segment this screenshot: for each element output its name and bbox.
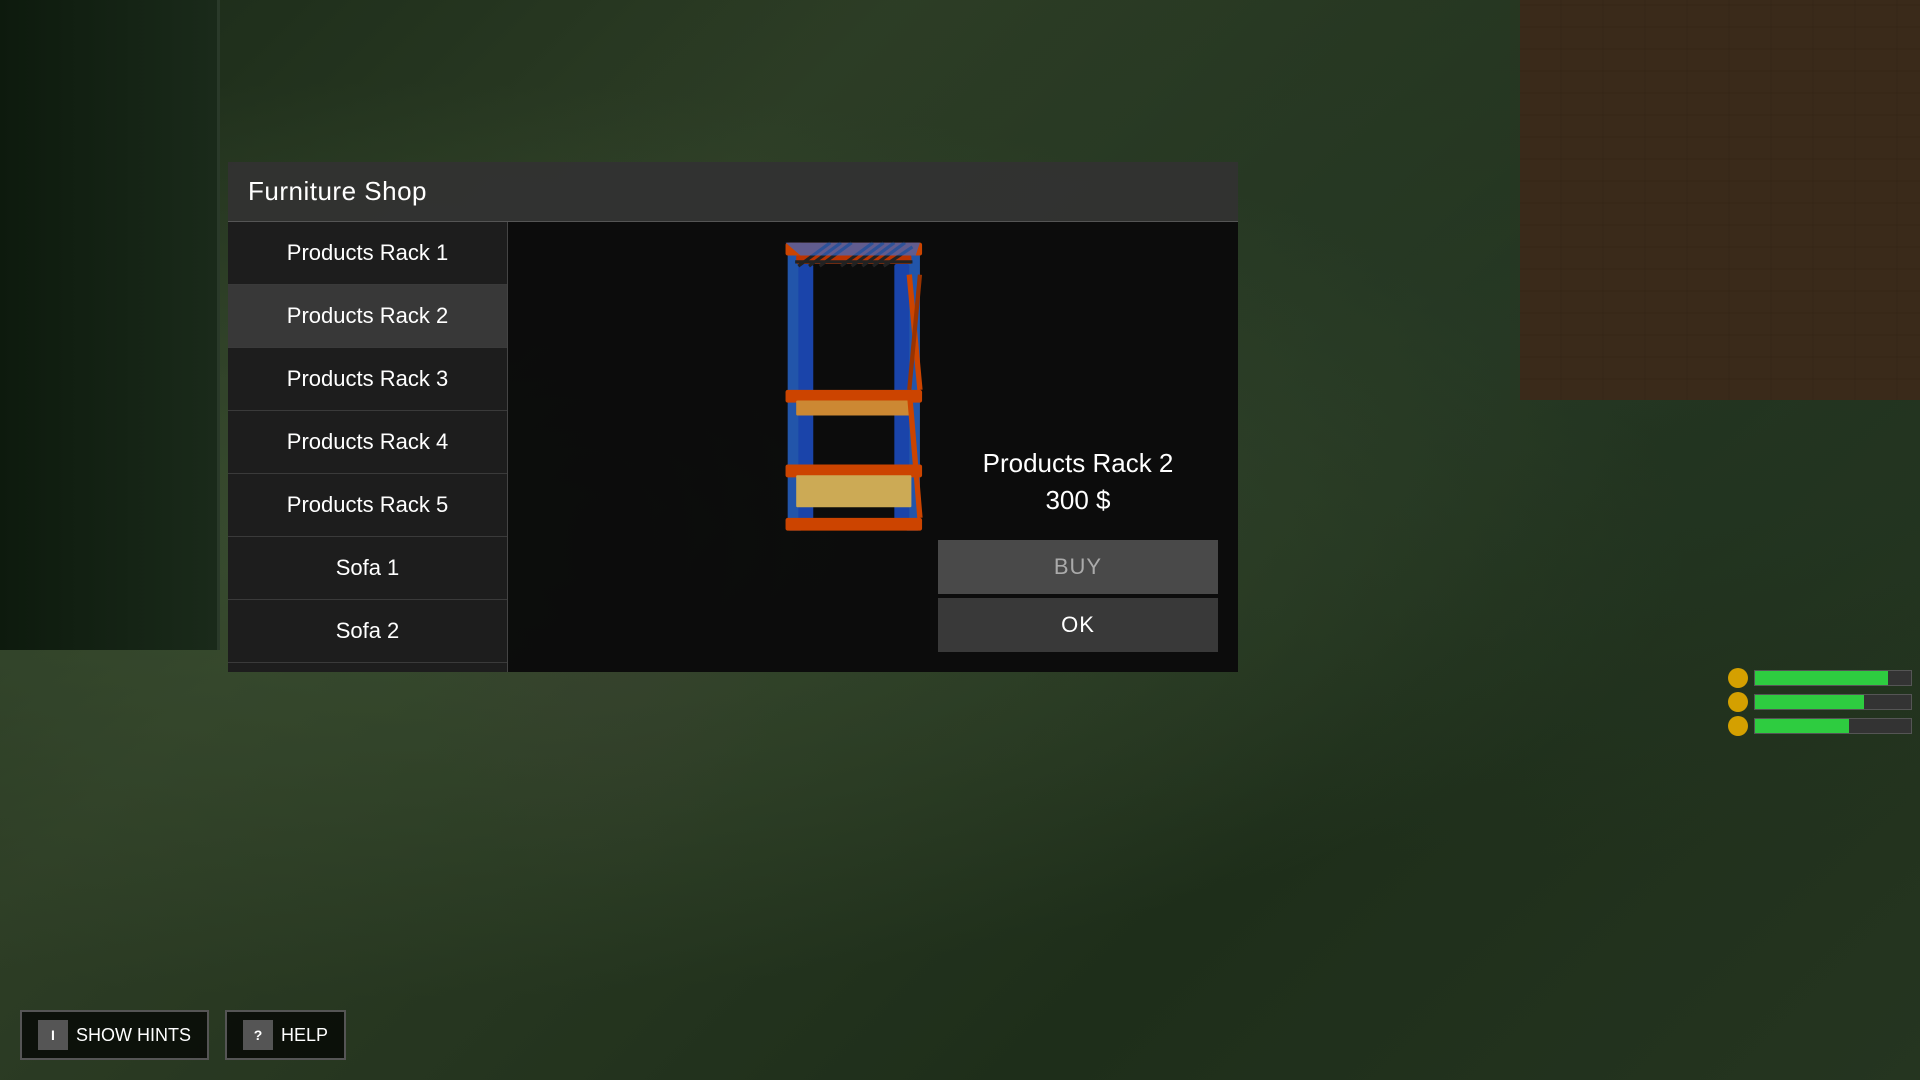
bottom-ui-panel: I SHOW HINTS ? HELP [20, 1010, 346, 1060]
stat-row-2 [1728, 692, 1912, 712]
help-label: HELP [281, 1025, 328, 1046]
rack-svg [753, 232, 993, 552]
stat-bar-bg-3 [1754, 718, 1912, 734]
background-brick-wall [1520, 0, 1920, 400]
dialog-title: Furniture Shop [248, 176, 427, 206]
stat-row-3 [1728, 716, 1912, 736]
stat-bar-bg-1 [1754, 670, 1912, 686]
preview-area: Products Rack 2 300 $ BUY OK [508, 222, 1238, 672]
stat-bar-fill-1 [1755, 671, 1888, 685]
help-icon: ? [243, 1020, 273, 1050]
item-list[interactable]: Products Rack 1 Products Rack 2 Products… [228, 222, 508, 672]
ok-button[interactable]: OK [938, 598, 1218, 652]
list-item-rack4[interactable]: Products Rack 4 [228, 411, 507, 474]
stat-bar-fill-3 [1755, 719, 1849, 733]
list-item-rack5[interactable]: Products Rack 5 [228, 474, 507, 537]
hints-label: SHOW HINTS [76, 1025, 191, 1046]
dialog-title-bar: Furniture Shop [228, 162, 1238, 222]
list-item-sofa2[interactable]: Sofa 2 [228, 600, 507, 663]
list-item-rack1[interactable]: Products Rack 1 [228, 222, 507, 285]
stat-bar-fill-2 [1755, 695, 1864, 709]
show-hints-button[interactable]: I SHOW HINTS [20, 1010, 209, 1060]
stat-icon-2 [1728, 692, 1748, 712]
list-item-table1[interactable]: Table 1 [228, 663, 507, 672]
stat-row-1 [1728, 668, 1912, 688]
hints-icon: I [38, 1020, 68, 1050]
furniture-shop-dialog: Furniture Shop Products Rack 1 Products … [228, 162, 1238, 662]
stat-bar-bg-2 [1754, 694, 1912, 710]
help-button[interactable]: ? HELP [225, 1010, 346, 1060]
list-item-rack2[interactable]: Products Rack 2 [228, 285, 507, 348]
action-buttons: BUY OK [938, 540, 1218, 652]
dialog-body: Products Rack 1 Products Rack 2 Products… [228, 222, 1238, 672]
stats-panel [1720, 660, 1920, 744]
background-left-window [0, 0, 220, 650]
stat-icon-1 [1728, 668, 1748, 688]
stat-icon-3 [1728, 716, 1748, 736]
item-preview-3d [753, 232, 993, 552]
list-item-sofa1[interactable]: Sofa 1 [228, 537, 507, 600]
list-item-rack3[interactable]: Products Rack 3 [228, 348, 507, 411]
